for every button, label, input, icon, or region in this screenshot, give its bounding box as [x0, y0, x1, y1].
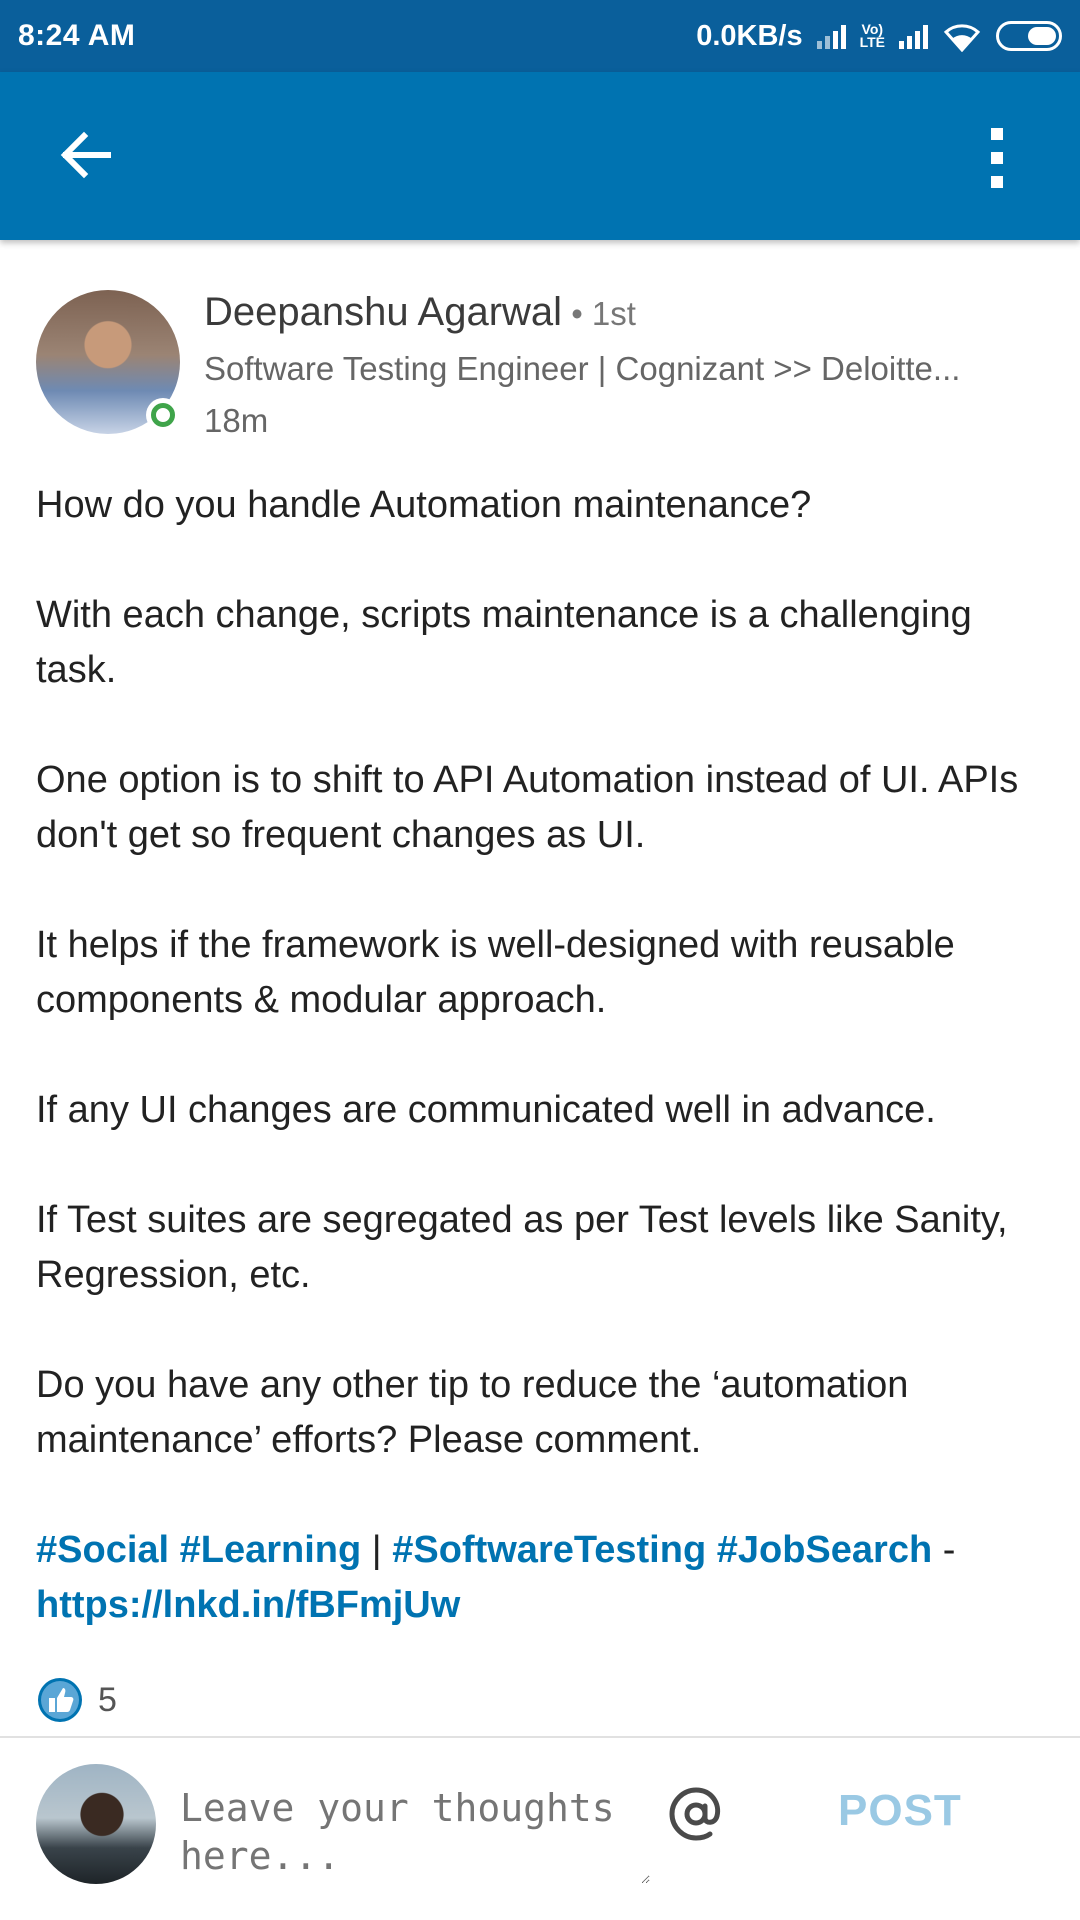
comment-input[interactable] [180, 1784, 650, 1884]
hashtags-line: #Social #Learning | #SoftwareTesting #Jo… [36, 1523, 1056, 1633]
post-header: Deepanshu Agarwal • 1st Software Testing… [36, 290, 1046, 440]
comment-composer: POST [0, 1738, 1080, 1920]
volte-icon: Vo) LTE [859, 22, 885, 50]
post-button[interactable]: POST [838, 1786, 962, 1836]
author-name-line[interactable]: Deepanshu Agarwal • 1st [204, 290, 636, 335]
back-button[interactable] [54, 122, 120, 188]
arrow-left-icon [60, 131, 111, 179]
app-bar [0, 72, 1080, 240]
post-paragraph: How do you handle Automation maintenance… [36, 484, 812, 526]
online-status-icon [146, 398, 180, 432]
post-paragraph: One option is to shift to API Automation… [36, 759, 1019, 856]
post-paragraph: If Test suites are segregated as per Tes… [36, 1199, 1008, 1296]
hashtag-softwaretesting[interactable]: #SoftwareTesting [392, 1529, 706, 1571]
signal-strength-icon-2 [899, 23, 928, 49]
thumbs-up-icon [38, 1678, 82, 1722]
post-paragraph: With each change, scripts maintenance is… [36, 594, 972, 691]
hashtag-social[interactable]: #Social [36, 1529, 169, 1571]
at-sign-icon [669, 1787, 721, 1841]
network-speed: 0.0KB/s [696, 19, 803, 52]
status-bar: 8:24 AM 0.0KB/s Vo) LTE [0, 0, 1080, 72]
separator: | [361, 1529, 393, 1571]
more-vertical-icon [972, 122, 1022, 188]
post-paragraph: If any UI changes are communicated well … [36, 1089, 936, 1131]
post-body: How do you handle Automation maintenance… [36, 478, 1056, 1688]
separator-dash: - [932, 1529, 956, 1571]
wifi-icon [943, 24, 981, 52]
post-link[interactable]: https://lnkd.in/fBFmjUw [36, 1584, 460, 1626]
hashtag-jobsearch[interactable]: #JobSearch [717, 1529, 932, 1571]
author-name[interactable]: Deepanshu Agarwal [204, 290, 562, 334]
post-paragraph: It helps if the framework is well-design… [36, 924, 955, 1021]
signal-strength-icon [816, 23, 846, 49]
connection-degree: • 1st [562, 295, 636, 332]
status-time: 8:24 AM [18, 19, 136, 52]
my-avatar [36, 1764, 156, 1884]
reactions-summary[interactable]: 5 [36, 1676, 117, 1724]
lte-label: LTE [859, 34, 885, 50]
post-time: 18m [204, 402, 269, 439]
battery-icon [996, 21, 1062, 51]
status-indicators: 0.0KB/s Vo) LTE [696, 20, 1062, 53]
hashtag-learning[interactable]: #Learning [180, 1529, 362, 1571]
more-options-button[interactable] [972, 122, 1022, 188]
post-paragraph: Do you have any other tip to reduce the … [36, 1364, 909, 1461]
mention-button[interactable] [664, 1782, 728, 1846]
like-count: 5 [98, 1680, 117, 1719]
author-headline: Software Testing Engineer | Cognizant >>… [204, 350, 961, 387]
